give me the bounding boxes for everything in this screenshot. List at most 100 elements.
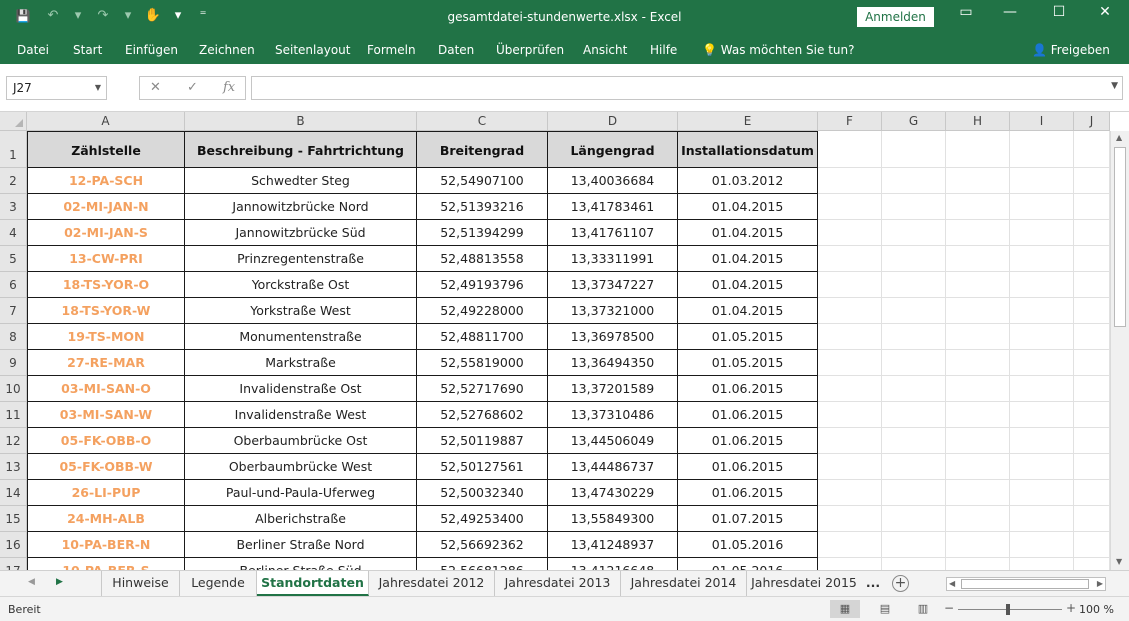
row-header[interactable]: 3 [0, 194, 27, 220]
empty-cell[interactable] [882, 324, 946, 350]
table-cell[interactable]: Prinzregentenstraße [185, 246, 417, 272]
row-header[interactable]: 14 [0, 480, 27, 506]
table-cell[interactable]: Markstraße [185, 350, 417, 376]
table-cell[interactable]: 13,41783461 [548, 194, 678, 220]
empty-cell[interactable] [1074, 220, 1110, 246]
empty-cell[interactable] [882, 272, 946, 298]
empty-cell[interactable] [1074, 298, 1110, 324]
table-cell[interactable]: Monumentenstraße [185, 324, 417, 350]
column-header-h[interactable]: H [946, 112, 1010, 131]
sheet-tab-2012[interactable]: Jahresdatei 2012 [369, 571, 495, 596]
table-cell[interactable]: 01.04.2015 [678, 272, 818, 298]
empty-cell[interactable] [882, 376, 946, 402]
row-header[interactable]: 9 [0, 350, 27, 376]
scroll-up-icon[interactable]: ▲ [1116, 133, 1122, 142]
empty-cell[interactable] [818, 131, 882, 168]
table-cell[interactable]: 52,50119887 [417, 428, 548, 454]
table-cell[interactable]: 01.04.2015 [678, 220, 818, 246]
empty-cell[interactable] [882, 454, 946, 480]
empty-cell[interactable] [1074, 558, 1110, 570]
row-header[interactable]: 4 [0, 220, 27, 246]
tab-datei[interactable]: Datei [17, 43, 49, 57]
table-cell[interactable]: Berliner Straße Süd [185, 558, 417, 570]
empty-cell[interactable] [1074, 194, 1110, 220]
empty-cell[interactable] [1010, 402, 1074, 428]
empty-cell[interactable] [818, 454, 882, 480]
sheet-prev-icon[interactable]: ◀ [28, 577, 35, 587]
table-cell[interactable]: 13,37321000 [548, 298, 678, 324]
horizontal-scrollbar[interactable]: ◀ ▶ [946, 577, 1106, 591]
sheet-tab-2015[interactable]: Jahresdatei 2015 [747, 571, 861, 596]
empty-cell[interactable] [818, 532, 882, 558]
table-cell[interactable]: 52,48811700 [417, 324, 548, 350]
empty-cell[interactable] [818, 402, 882, 428]
empty-cell[interactable] [882, 532, 946, 558]
empty-cell[interactable] [946, 194, 1010, 220]
empty-cell[interactable] [946, 220, 1010, 246]
empty-cell[interactable] [1074, 246, 1110, 272]
empty-cell[interactable] [946, 402, 1010, 428]
table-cell[interactable]: 01.04.2015 [678, 298, 818, 324]
table-cell[interactable]: 52,55819000 [417, 350, 548, 376]
empty-cell[interactable] [946, 324, 1010, 350]
empty-cell[interactable] [1010, 168, 1074, 194]
empty-cell[interactable] [882, 506, 946, 532]
empty-cell[interactable] [882, 131, 946, 168]
empty-cell[interactable] [946, 558, 1010, 570]
empty-cell[interactable] [1010, 428, 1074, 454]
scroll-left-icon[interactable]: ◀ [949, 579, 955, 588]
column-header-a[interactable]: A [27, 112, 185, 131]
empty-cell[interactable] [1010, 324, 1074, 350]
empty-cell[interactable] [1074, 532, 1110, 558]
column-header-g[interactable]: G [882, 112, 946, 131]
table-cell[interactable]: Oberbaumbrücke West [185, 454, 417, 480]
empty-cell[interactable] [818, 246, 882, 272]
ribbon-display-icon[interactable]: ▭ [951, 4, 981, 20]
table-cell[interactable]: 01.04.2015 [678, 246, 818, 272]
empty-cell[interactable] [1010, 558, 1074, 570]
tab-start[interactable]: Start [73, 43, 102, 57]
scroll-down-icon[interactable]: ▼ [1116, 557, 1122, 566]
table-cell[interactable]: Oberbaumbrücke Ost [185, 428, 417, 454]
table-cell[interactable]: 01.04.2015 [678, 194, 818, 220]
table-header-cell[interactable]: Breitengrad [417, 131, 548, 168]
empty-cell[interactable] [1010, 480, 1074, 506]
empty-cell[interactable] [882, 350, 946, 376]
station-id-cell[interactable]: 10-PA-BER-N [27, 532, 185, 558]
row-header[interactable]: 7 [0, 298, 27, 324]
empty-cell[interactable] [818, 272, 882, 298]
formula-input[interactable]: ▼ [251, 76, 1123, 100]
table-cell[interactable]: 52,50127561 [417, 454, 548, 480]
empty-cell[interactable] [946, 454, 1010, 480]
column-header-e[interactable]: E [678, 112, 818, 131]
column-header-c[interactable]: C [417, 112, 548, 131]
station-id-cell[interactable]: 02-MI-JAN-S [27, 220, 185, 246]
empty-cell[interactable] [882, 194, 946, 220]
zoom-slider-knob[interactable] [1006, 604, 1010, 615]
row-header[interactable]: 12 [0, 428, 27, 454]
table-cell[interactable]: 13,40036684 [548, 168, 678, 194]
station-id-cell[interactable]: 26-LI-PUP [27, 480, 185, 506]
table-cell[interactable]: 13,44486737 [548, 454, 678, 480]
station-id-cell[interactable]: 13-CW-PRI [27, 246, 185, 272]
row-header[interactable]: 2 [0, 168, 27, 194]
table-cell[interactable]: 01.05.2016 [678, 558, 818, 570]
table-cell[interactable]: 13,37201589 [548, 376, 678, 402]
table-cell[interactable]: 01.06.2015 [678, 480, 818, 506]
table-header-cell[interactable]: Längengrad [548, 131, 678, 168]
station-id-cell[interactable]: 18-TS-YOR-W [27, 298, 185, 324]
enter-icon[interactable]: ✓ [187, 80, 198, 95]
empty-cell[interactable] [1010, 298, 1074, 324]
tab-einfuegen[interactable]: Einfügen [125, 43, 178, 57]
table-cell[interactable]: 01.05.2015 [678, 324, 818, 350]
sheet-next-icon[interactable]: ▶ [56, 577, 63, 587]
zoom-slider[interactable] [958, 604, 1062, 615]
station-id-cell[interactable]: 03-MI-SAN-W [27, 402, 185, 428]
empty-cell[interactable] [1010, 194, 1074, 220]
empty-cell[interactable] [946, 532, 1010, 558]
tell-me-search[interactable]: 💡 Was möchten Sie tun? [702, 43, 854, 57]
expand-formula-icon[interactable]: ▼ [1111, 81, 1118, 91]
empty-cell[interactable] [818, 324, 882, 350]
table-cell[interactable]: Invalidenstraße West [185, 402, 417, 428]
empty-cell[interactable] [1010, 532, 1074, 558]
